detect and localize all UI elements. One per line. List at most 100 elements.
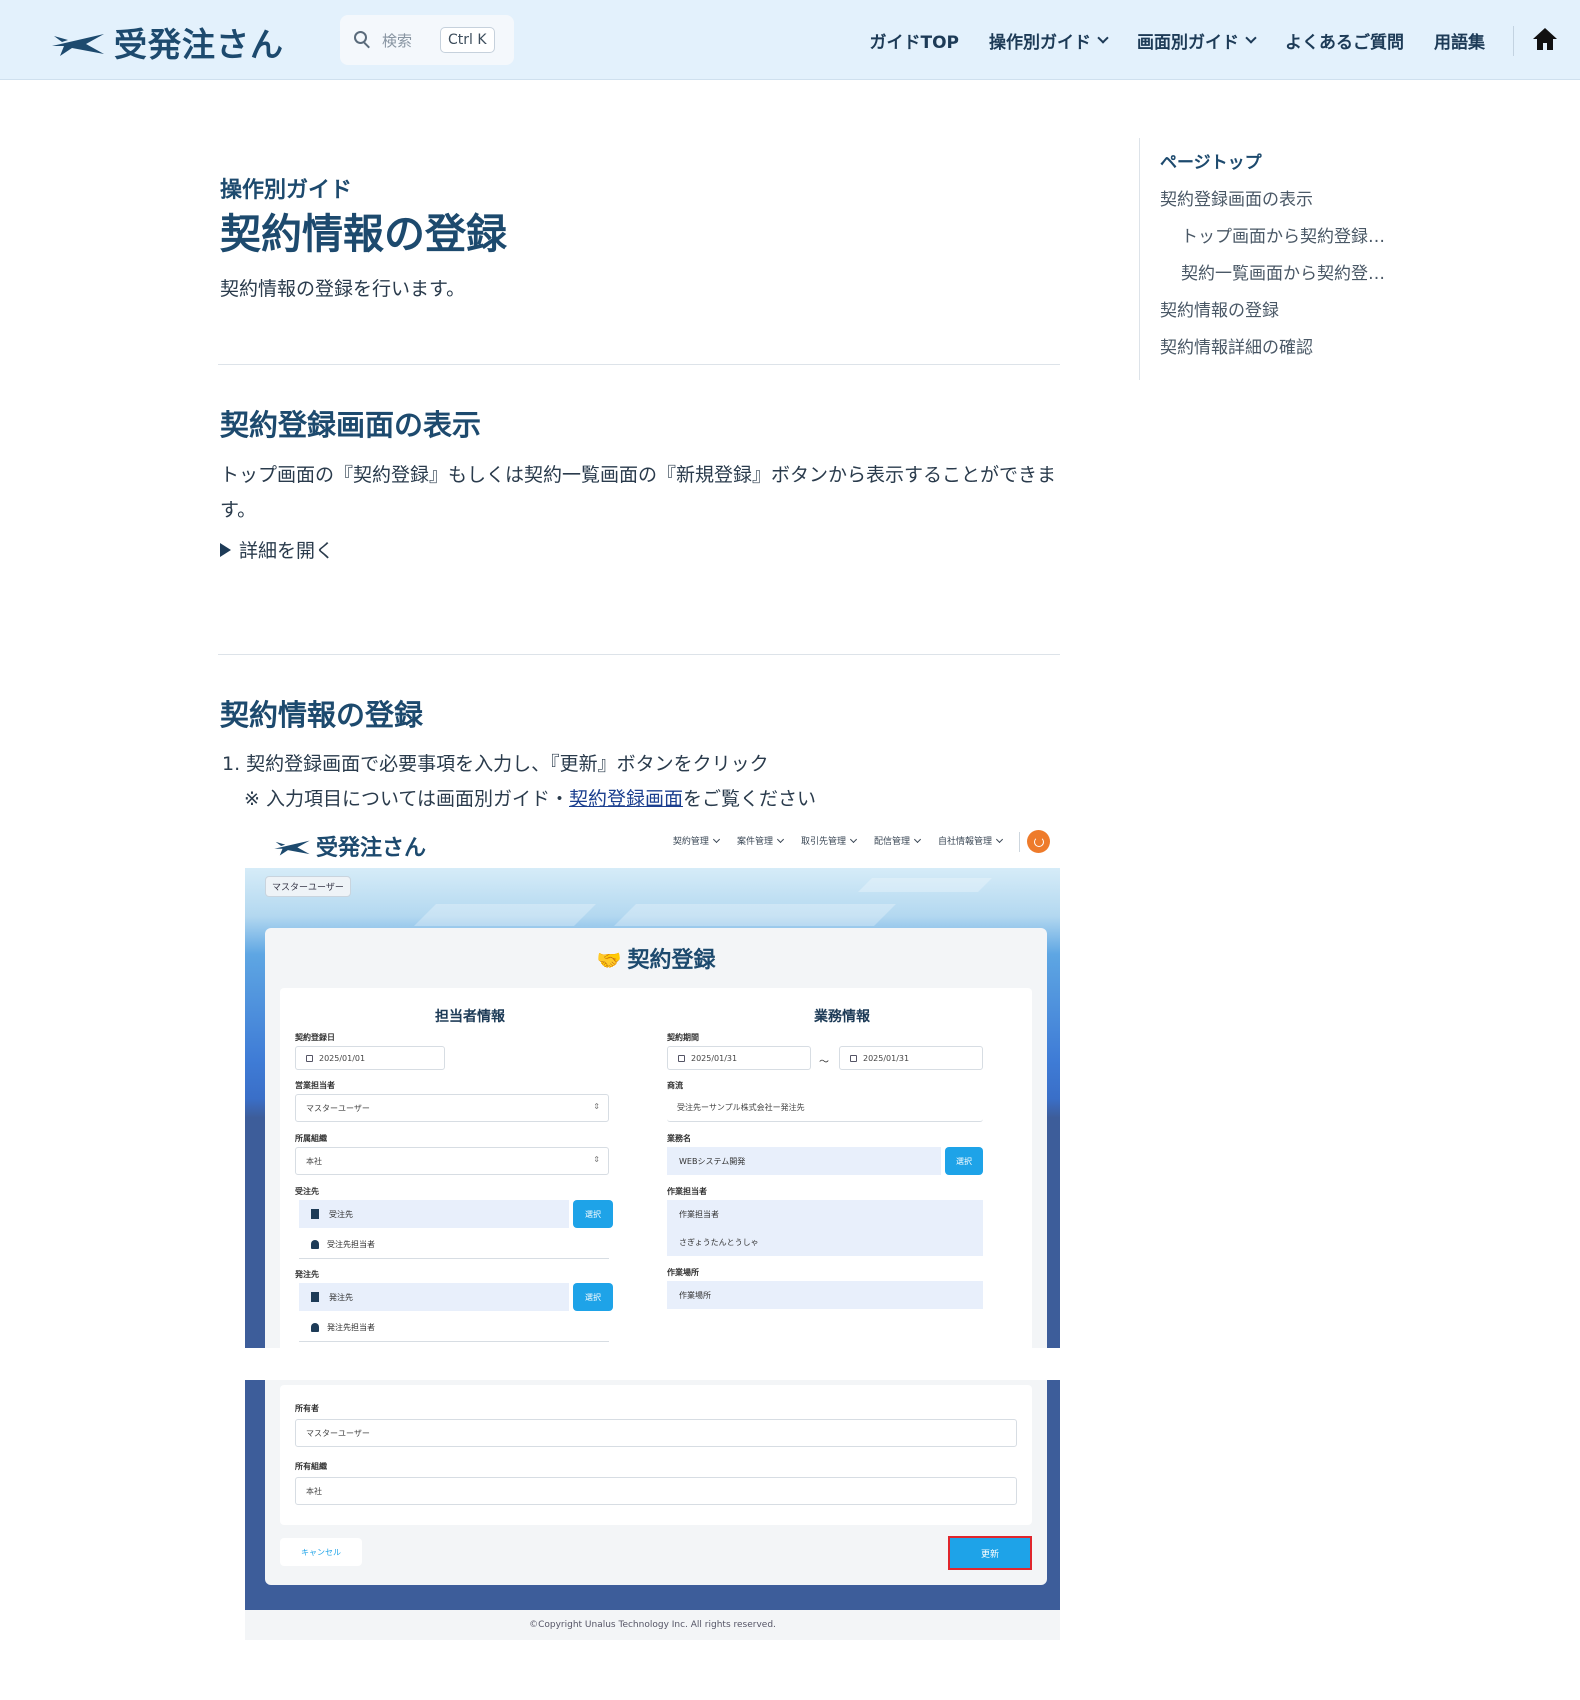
period-end-field: 2025/01/31 [839, 1046, 983, 1070]
page-lead: 契約情報の登録を行います。 [220, 278, 466, 300]
details-toggle-label: 詳細を開く [239, 540, 335, 562]
section-heading-display: 契約登録画面の表示 [220, 408, 482, 442]
nav-operation-guide-label: 操作別ガイド [989, 32, 1091, 53]
contract-register-screen-link[interactable]: 契約登録画面 [569, 788, 683, 810]
field-label: 発注先 [295, 1270, 319, 1279]
step-1: 1. 契約登録画面で必要事項を入力し、『更新』ボタンをクリック [222, 753, 769, 775]
top-header: 受発注さん 検索 Ctrl K ガイドTOP 操作別ガイド 画面別ガイド よくあ… [0, 0, 1580, 80]
panel-title: 業務情報 [814, 1009, 870, 1025]
panel-title: 担当者情報 [435, 1009, 505, 1025]
shot-banner: マスターユーザー 🤝 契約登録 担当者情報 契約登録日 2025/01/01 営業… [245, 868, 1060, 1348]
shot-panel-work: 業務情報 契約期間 2025/01/31 ～ 2025/01/31 商流 受注先… [652, 988, 1032, 1348]
nav-screen-guide-label: 画面別ガイド [1137, 32, 1239, 53]
select-button: 選択 [945, 1147, 983, 1175]
shot-brand-logo: 受発注さん [273, 830, 426, 862]
orderer-field: 発注先 [299, 1283, 569, 1311]
divider [218, 364, 1060, 365]
main-nav: ガイドTOP 操作別ガイド 画面別ガイド よくあるご質問 用語集 [869, 0, 1485, 80]
person-icon [311, 1239, 319, 1249]
sales-select: マスターユーザー ⇕ [295, 1094, 609, 1122]
field-label: 作業担当者 [667, 1187, 707, 1196]
brand-name: 受発注さん [114, 25, 284, 64]
nav-faq[interactable]: よくあるご質問 [1285, 28, 1404, 53]
chevron-down-icon [849, 835, 858, 843]
table-of-contents: ページトップ 契約登録画面の表示 トップ画面から契約登録… 契約一覧画面から契約… [1139, 138, 1419, 380]
chevron-down-icon [1245, 32, 1257, 44]
shot-title: 🤝 契約登録 [596, 948, 716, 973]
home-icon[interactable] [1532, 26, 1558, 52]
field-label: 作業場所 [667, 1268, 699, 1277]
field-label: 営業担当者 [295, 1081, 335, 1090]
section-text-display: トップ画面の『契約登録』もしくは契約一覧画面の『新規登録』ボタンから表示すること… [220, 464, 1057, 521]
shot-header: 受発注さん 契約管理 案件管理 取引先管理 配信管理 自社情報管理 [245, 818, 1060, 868]
brand-logo[interactable]: 受発注さん [50, 18, 284, 66]
search-icon [354, 31, 372, 49]
toc-from-top[interactable]: トップ画面から契約登録… [1181, 222, 1395, 247]
nav-glossary-label: 用語集 [1434, 32, 1485, 53]
select-arrow-icon: ⇕ [593, 1155, 600, 1164]
nav-glossary[interactable]: 用語集 [1434, 28, 1485, 53]
nav-screen-guide[interactable]: 画面別ガイド [1137, 28, 1257, 53]
field-label: 契約期間 [667, 1033, 699, 1042]
shot-nav-item: 自社情報管理 [938, 834, 1004, 847]
building-icon [311, 1292, 319, 1302]
page-title: 契約情報の登録 [220, 210, 507, 258]
nav-guide-top-label: ガイドTOP [869, 32, 959, 53]
shot-divider [1019, 832, 1020, 852]
calendar-icon [306, 1054, 313, 1062]
calendar-icon [678, 1054, 685, 1062]
toc-register[interactable]: 契約情報の登録 [1160, 296, 1279, 321]
nav-operation-guide[interactable]: 操作別ガイド [989, 28, 1109, 53]
chevron-down-icon [712, 835, 720, 843]
nav-faq-label: よくあるご質問 [1285, 32, 1404, 53]
field-label: 所有組織 [295, 1462, 327, 1471]
nav-divider [1513, 26, 1514, 56]
section-heading-register: 契約情報の登録 [220, 698, 424, 732]
toc-page-top[interactable]: ページトップ [1160, 148, 1262, 173]
shot-nav-item: 配信管理 [874, 834, 922, 847]
receiver-contact: 受注先担当者 [299, 1230, 609, 1258]
toc-from-list[interactable]: 契約一覧画面から契約登… [1181, 259, 1395, 284]
shot-panel-staff: 担当者情報 契約登録日 2025/01/01 営業担当者 マスターユーザー ⇕ 所… [280, 988, 660, 1348]
shot-update-button: 更新 [948, 1536, 1032, 1570]
toc-display[interactable]: 契約登録画面の表示 [1160, 185, 1313, 210]
shot-owner-card: 所有者 マスターユーザー 所有組織 本社 キャンセル 更新 [265, 1380, 1047, 1585]
select-arrow-icon: ⇕ [593, 1102, 600, 1111]
handshake-icon: 🤝 [596, 948, 622, 972]
shot-user-chip: マスターユーザー [265, 876, 351, 897]
shot-footer: ©Copyright Unalus Technology Inc. All ri… [245, 1610, 1060, 1640]
shot-nav-item: 案件管理 [737, 834, 784, 847]
chevron-down-icon [1097, 32, 1109, 44]
field-label: 契約登録日 [295, 1033, 335, 1042]
search-placeholder: 検索 [382, 31, 413, 50]
worker-field: 作業担当者 [667, 1200, 983, 1228]
select-button: 選択 [573, 1283, 613, 1311]
search-box[interactable]: 検索 Ctrl K [340, 15, 514, 65]
select-button: 選択 [573, 1200, 613, 1228]
search-shortcut: Ctrl K [440, 27, 495, 53]
nav-guide-top[interactable]: ガイドTOP [869, 28, 959, 53]
receiver-field: 受注先 [299, 1200, 569, 1228]
shot-cancel-button: キャンセル [280, 1538, 362, 1566]
divider [218, 654, 1060, 655]
shot-form-card: 🤝 契約登録 担当者情報 契約登録日 2025/01/01 営業担当者 マスターユ… [265, 928, 1047, 1348]
owner-field: マスターユーザー [295, 1419, 1017, 1447]
plane-logo-icon [274, 840, 310, 856]
shot-brand-name: 受発注さん [316, 836, 427, 861]
details-toggle[interactable]: 詳細を開く [220, 536, 334, 563]
field-label: 業務名 [667, 1134, 691, 1143]
chevron-down-icon [913, 835, 922, 843]
calendar-icon [850, 1054, 857, 1062]
shot-nav: 契約管理 案件管理 取引先管理 配信管理 自社情報管理 [673, 834, 1004, 847]
shot-nav-item: 契約管理 [673, 834, 720, 847]
field-label: 商流 [667, 1081, 683, 1090]
note-prefix: ※ 入力項目については画面別ガイド・ [244, 788, 570, 810]
power-icon [1027, 830, 1050, 853]
toc-detail[interactable]: 契約情報詳細の確認 [1160, 333, 1313, 358]
step-1-note: ※ 入力項目については画面別ガイド・契約登録画面をご覧ください [244, 784, 816, 811]
field-label: 受注先 [295, 1187, 319, 1196]
field-label: 所有者 [295, 1404, 319, 1413]
org-select: 本社 ⇕ [295, 1147, 609, 1175]
field-label: 所属組織 [295, 1134, 327, 1143]
building-icon [311, 1209, 319, 1219]
